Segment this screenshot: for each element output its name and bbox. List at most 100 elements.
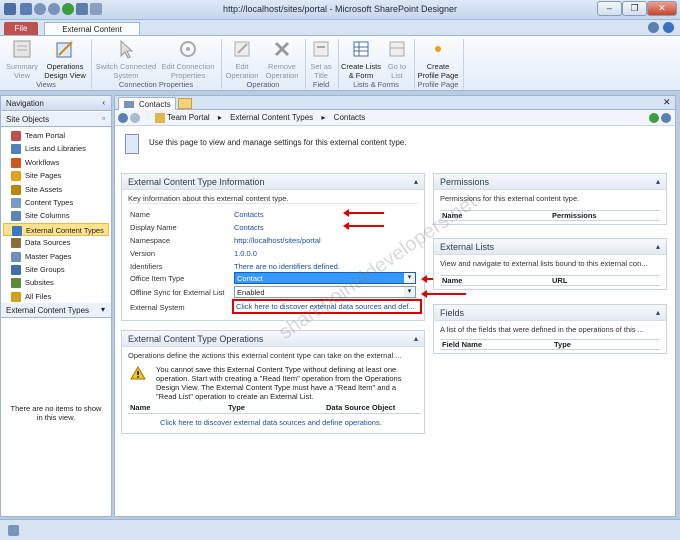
- summary-view-icon: [13, 40, 31, 58]
- collapse-icon[interactable]: ▴: [656, 308, 660, 317]
- minimize-button[interactable]: –: [597, 1, 622, 16]
- info-subtitle: Key information about this external cont…: [128, 194, 289, 203]
- column-field-name[interactable]: Field Name: [442, 340, 482, 349]
- collapse-icon[interactable]: ▴: [414, 177, 418, 186]
- sidebar-item-icon: [11, 211, 21, 222]
- sidebar-item-content-types[interactable]: Content Types: [3, 196, 109, 209]
- navigation-title: Navigation: [6, 99, 44, 108]
- collapse-icon[interactable]: ▴: [656, 177, 660, 186]
- collapse-icon[interactable]: ▴: [414, 334, 418, 343]
- dropdown-icon[interactable]: ▾: [404, 287, 415, 297]
- set-as-title-button[interactable]: Set as Title: [307, 38, 335, 80]
- go-to-list-button[interactable]: Go to List: [383, 38, 411, 80]
- ribbon-tabs: File External Content Types: [0, 20, 680, 47]
- permissions-subtitle: Permissions for this external content ty…: [440, 194, 580, 203]
- identifiers-value: There are no identifiers defined.: [234, 262, 340, 271]
- forward-nav-icon[interactable]: [661, 113, 671, 123]
- close-button[interactable]: ✕: [647, 1, 677, 16]
- group-connection-properties: Connection Properties: [118, 80, 194, 89]
- breadcrumb-bar: Team Portal ▸ External Content Types ▸ C…: [115, 110, 675, 126]
- remove-operation-button[interactable]: Remove Operation: [262, 38, 302, 80]
- sidebar-item-external-content-types[interactable]: External Content Types: [3, 222, 109, 236]
- sidebar-item-label: Site Assets: [25, 184, 63, 194]
- status-icon[interactable]: [8, 525, 19, 536]
- version-value[interactable]: 1.0.0.0: [234, 249, 257, 258]
- edit-operation-button[interactable]: Edit Operation: [224, 38, 260, 80]
- create-lists-form-button[interactable]: Create Lists & Form: [340, 38, 382, 80]
- document-tabs: Contacts * ✕: [115, 96, 675, 118]
- minimize-ribbon-icon[interactable]: [648, 22, 659, 33]
- sidebar-item-master-pages[interactable]: Master Pages: [3, 250, 109, 263]
- annotation-arrow: [421, 290, 466, 298]
- sidebar-item-label: Team Portal: [25, 131, 66, 140]
- sidebar-item-site-groups[interactable]: Site Groups: [3, 263, 109, 276]
- sidebar-item-team-portal[interactable]: Team Portal: [3, 129, 109, 142]
- back-icon[interactable]: [118, 113, 128, 123]
- new-tab-button[interactable]: [178, 98, 192, 109]
- name-value[interactable]: Contacts: [234, 210, 264, 219]
- column-name[interactable]: Name: [442, 211, 462, 220]
- breadcrumb: Team Portal ▸ External Content Types ▸ C…: [167, 113, 366, 122]
- sidebar-item-workflows[interactable]: Workflows: [3, 156, 109, 169]
- collapse-pane-icon[interactable]: ‹: [102, 98, 105, 107]
- go-to-list-icon: [389, 41, 405, 57]
- offline-sync-select[interactable]: Enabled ▾: [234, 286, 416, 298]
- collapse-icon[interactable]: ▴: [656, 242, 660, 251]
- column-name[interactable]: Name: [442, 276, 462, 285]
- maximize-button[interactable]: ❐: [622, 1, 647, 16]
- operations-panel-header: External Content Type Operations ▴: [122, 331, 424, 347]
- column-name[interactable]: Name: [130, 403, 150, 412]
- window-title: http://localhost/sites/portal - Microsof…: [222, 4, 458, 14]
- sidebar-item-icon: [11, 157, 21, 168]
- warning-text: You cannot save this External Content Ty…: [156, 365, 402, 401]
- refresh-icon[interactable]: [649, 113, 659, 123]
- sidebar-item-subsites[interactable]: Subsites: [3, 276, 109, 289]
- column-url[interactable]: URL: [552, 276, 567, 285]
- office-item-type-select[interactable]: Contact ▾: [234, 272, 416, 284]
- breadcrumb-team-portal[interactable]: Team Portal: [167, 113, 210, 122]
- sidebar-item-data-sources[interactable]: Data Sources: [3, 236, 109, 249]
- operations-design-view-button[interactable]: Operations Design View: [42, 38, 88, 80]
- forward-icon[interactable]: [130, 113, 140, 123]
- tab-file[interactable]: File: [4, 22, 38, 35]
- close-tab-icon[interactable]: ✕: [663, 97, 671, 108]
- site-icon: [155, 113, 165, 123]
- group-profile-page: Profile Page: [417, 80, 459, 89]
- navigation-pane: Navigation ‹ Site Objects ▫ Team Portal L…: [0, 95, 112, 517]
- discover-operations-link[interactable]: Click here to discover external data sou…: [160, 418, 382, 427]
- edit-connection-properties-button[interactable]: Edit Connection Properties: [158, 38, 218, 80]
- status-bar: [0, 519, 680, 540]
- breadcrumb-ect[interactable]: External Content Types: [230, 113, 313, 122]
- sidebar-item-label: All Files: [25, 291, 52, 301]
- sidebar-item-all-files[interactable]: All Files: [3, 290, 109, 303]
- column-type[interactable]: Type: [228, 403, 245, 412]
- summary-view-button[interactable]: Summary View: [4, 38, 40, 80]
- column-data-source-object[interactable]: Data Source Object: [326, 403, 395, 412]
- sidebar-item-lists-and-libraries[interactable]: Lists and Libraries: [3, 142, 109, 155]
- sidebar-item-icon: [11, 198, 21, 208]
- external-system-link[interactable]: Click here to discover external data sou…: [232, 299, 422, 314]
- column-permissions[interactable]: Permissions: [552, 211, 597, 220]
- pane-dropdown-icon[interactable]: ▾: [101, 305, 105, 314]
- sidebar-item-site-assets[interactable]: Site Assets: [3, 183, 109, 196]
- operations-table-header: Name Type Data Source Object: [128, 403, 420, 414]
- tab-contacts[interactable]: Contacts *: [118, 97, 176, 118]
- tab-external-content-types[interactable]: External Content Types: [44, 22, 140, 47]
- breadcrumb-contacts[interactable]: Contacts: [334, 113, 366, 122]
- intro-text: Use this page to view and manage setting…: [149, 138, 407, 147]
- sidebar-item-icon: [11, 184, 21, 195]
- help-icon[interactable]: [663, 22, 674, 33]
- ect-pane-title: External Content Types: [6, 306, 90, 315]
- dropdown-icon[interactable]: ▾: [404, 273, 415, 283]
- sidebar-item-site-columns[interactable]: Site Columns: [3, 209, 109, 222]
- sidebar-item-label: Lists and Libraries: [25, 144, 86, 154]
- pin-icon[interactable]: ▫: [102, 114, 105, 123]
- document-area: Contacts * ✕ Team Portal ▸ External Cont…: [114, 95, 676, 517]
- namespace-value[interactable]: http://localhost/sites/portal: [234, 236, 321, 245]
- column-type[interactable]: Type: [554, 340, 571, 349]
- site-objects-header[interactable]: Site Objects ▫: [1, 112, 111, 127]
- create-profile-page-button[interactable]: Create Profile Page: [416, 38, 460, 80]
- display-name-value[interactable]: Contacts: [234, 223, 264, 232]
- switch-connected-system-button[interactable]: Switch Connected System: [94, 38, 158, 80]
- sidebar-item-site-pages[interactable]: Site Pages: [3, 169, 109, 182]
